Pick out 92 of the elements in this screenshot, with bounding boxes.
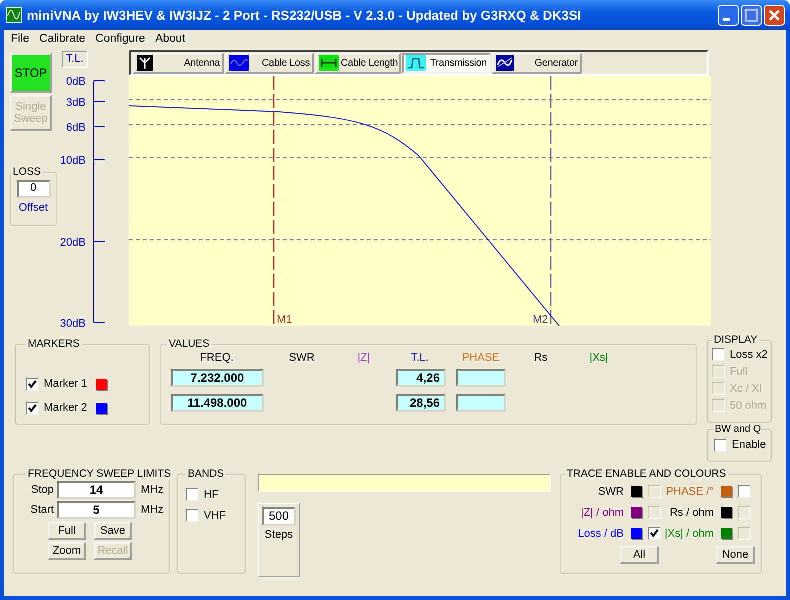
color-swatch[interactable] — [96, 402, 108, 414]
checkbox[interactable] — [714, 438, 727, 452]
axis-label: 6dB — [66, 122, 86, 134]
color-swatch[interactable] — [721, 486, 732, 497]
sweep-button[interactable]: Full — [48, 522, 86, 540]
column-header: SWR — [288, 352, 316, 364]
trace-label: Rs / ohm — [670, 506, 714, 518]
sine-icon — [496, 55, 514, 71]
trace-label: PHASE /° — [666, 486, 714, 498]
phase-field[interactable] — [456, 368, 506, 386]
mode-tab[interactable]: Cable Loss — [225, 52, 314, 74]
mode-tab[interactable]: Generator — [492, 52, 582, 74]
column-header: |Xs| — [588, 352, 610, 364]
frequency-field[interactable]: 7.232.000 — [171, 368, 264, 386]
trace-button[interactable]: None — [716, 546, 755, 564]
group-title: TRACE ENABLE AND COLOURS — [566, 468, 728, 480]
phase-field[interactable] — [456, 394, 506, 412]
stop-button[interactable]: STOP — [10, 53, 52, 93]
trace-label: SWR — [598, 486, 624, 498]
checkbox-label: Loss x2 — [730, 348, 768, 360]
menu-item[interactable]: Configure — [90, 33, 150, 45]
column-header: T.L. — [410, 352, 430, 364]
checkbox-label: HF — [204, 488, 219, 500]
axis-label: 30dB — [60, 318, 86, 330]
unit-label: MHz — [141, 504, 164, 516]
mode-tab[interactable]: Antenna — [133, 52, 224, 74]
maximize-button[interactable] — [741, 4, 762, 26]
checkbox[interactable] — [738, 485, 751, 498]
column-header: |Z| — [356, 352, 372, 364]
group-title: MARKERS — [27, 338, 81, 350]
frequency-input[interactable]: 5 — [57, 501, 136, 519]
field-label: Start — [30, 504, 54, 516]
sweep-button[interactable]: Save — [94, 522, 132, 540]
window-title: miniVNA by IW3HEV & IW3IJZ - 2 Port - RS232/USB - V 2.3.0 - Updated by G3RXQ & DK3SI — [27, 8, 582, 22]
checkbox[interactable] — [26, 402, 39, 414]
checkbox-label: Marker 1 — [44, 378, 88, 390]
offset-label: Offset — [18, 202, 48, 214]
frequency-field[interactable]: 11.498.000 — [171, 394, 264, 412]
checkbox-label: VHF — [204, 510, 226, 522]
group-title: LOSS — [12, 166, 42, 178]
checkbox-label: Enable — [732, 439, 766, 451]
checkbox-label: Xc / Xl — [730, 382, 762, 394]
wave-icon — [229, 55, 249, 71]
checkbox[interactable] — [186, 509, 199, 522]
menu-item[interactable]: File — [6, 33, 35, 45]
axis-label: 20dB — [60, 237, 86, 249]
marker-label: M2 — [533, 314, 548, 326]
close-button[interactable] — [764, 4, 785, 26]
color-swatch[interactable] — [631, 528, 642, 539]
column-header: FREQ. — [199, 352, 235, 364]
trace-label: |Z| / ohm — [580, 506, 624, 518]
axis-label: 0dB — [66, 76, 86, 88]
antenna-icon — [137, 55, 153, 71]
trace-label: Loss / dB — [578, 528, 624, 540]
checkbox-label: 50 ohm — [730, 400, 767, 412]
pulse-icon — [406, 55, 426, 71]
trace-label: |Xs| / ohm — [664, 528, 714, 540]
loss-value-field[interactable]: 4,26 — [396, 368, 446, 386]
sweep-button[interactable]: Zoom — [48, 542, 86, 560]
field-label: Stop — [30, 484, 54, 496]
steps-field[interactable]: 500 — [262, 507, 296, 526]
group-title: FREQUENCY SWEEP LIMITS — [27, 468, 172, 480]
checkbox[interactable] — [186, 488, 199, 501]
column-header: PHASE — [461, 352, 501, 364]
length-icon — [319, 55, 339, 71]
minimize-button[interactable] — [718, 4, 739, 26]
menu-item[interactable]: About — [150, 33, 190, 45]
mode-tab[interactable]: Transmission — [402, 52, 491, 74]
group-title: BANDS — [187, 468, 226, 480]
marker-label: M1 — [277, 314, 292, 326]
checkbox[interactable] — [648, 527, 661, 540]
checkbox-label: Full — [730, 366, 748, 378]
axis-label: 10dB — [60, 155, 86, 167]
steps-label: Steps — [264, 529, 294, 541]
column-header: Rs — [533, 352, 549, 364]
checkbox-label: Marker 2 — [44, 402, 88, 414]
axis-label: 3dB — [66, 97, 86, 109]
unit-label: MHz — [141, 484, 164, 496]
trace-button[interactable]: All — [620, 546, 659, 564]
app-icon — [6, 7, 22, 23]
frequency-input[interactable]: 14 — [57, 481, 136, 499]
group-title: BW and Q — [714, 424, 762, 435]
trace-label: T.L. — [62, 51, 88, 68]
group-title: VALUES — [168, 338, 211, 350]
loss-value-field[interactable]: 28,56 — [396, 394, 446, 412]
menu-item[interactable]: Calibrate — [34, 33, 91, 45]
color-swatch[interactable] — [96, 378, 108, 390]
group-title: DISPLAY — [713, 334, 759, 346]
loss-field[interactable]: 0 — [16, 180, 50, 198]
mode-tab[interactable]: Cable Length — [315, 52, 401, 74]
checkbox[interactable] — [26, 378, 39, 390]
checkbox[interactable] — [712, 348, 725, 361]
